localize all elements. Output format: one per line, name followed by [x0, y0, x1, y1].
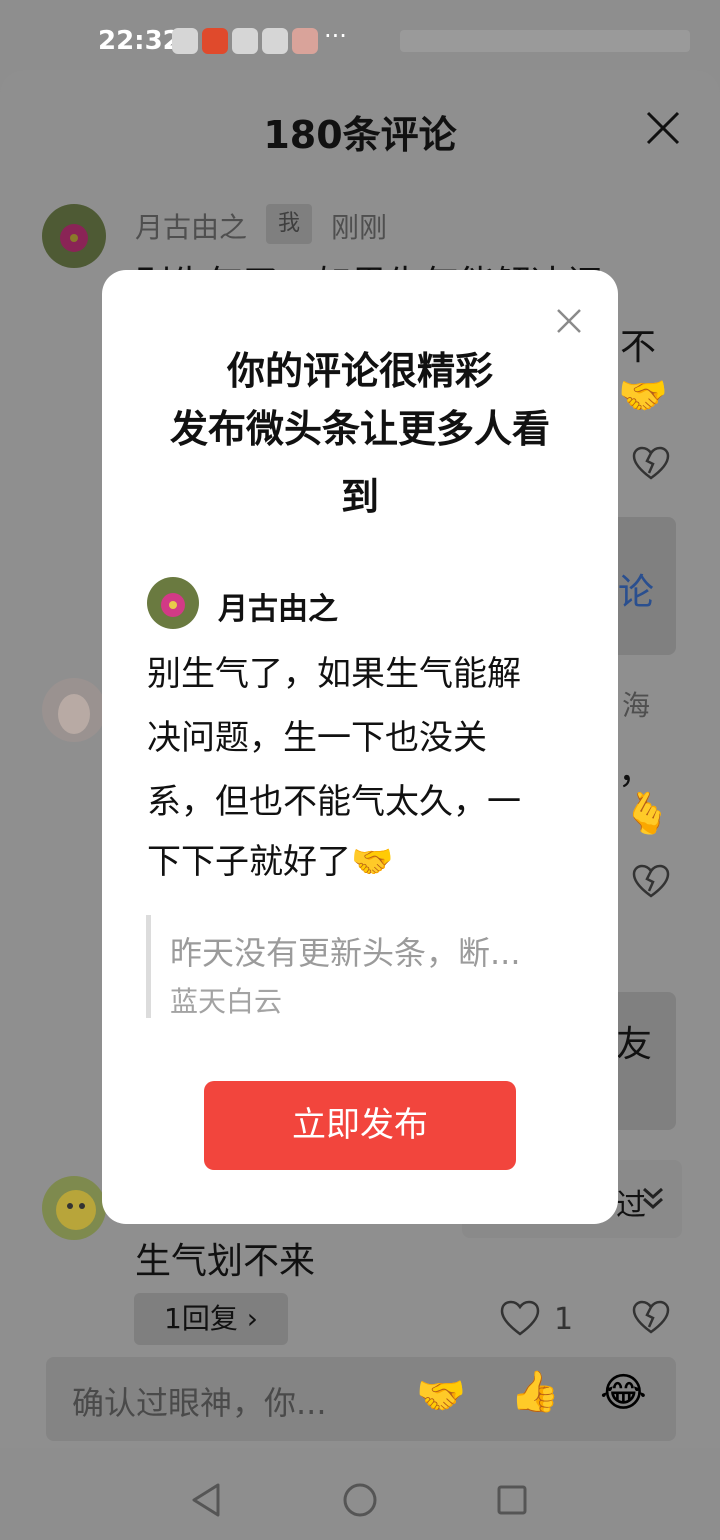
dislike-heart-icon[interactable]: [632, 446, 670, 480]
status-bar: 22:32 ···: [0, 0, 720, 70]
baidu-paw-icon: [232, 28, 258, 54]
dialog-author: 月古由之: [218, 592, 338, 627]
comment-author[interactable]: 月古由之: [135, 206, 247, 246]
comment-text: ，: [618, 751, 655, 792]
handshake-emoji-icon: 🤝: [618, 373, 668, 419]
like-heart-icon[interactable]: [500, 1300, 540, 1336]
laughing-emoji-button[interactable]: 😂: [600, 1370, 647, 1416]
comment-count-title: 180条评论: [263, 113, 457, 157]
me-tag: 我: [266, 204, 312, 244]
taobao-icon: [202, 28, 228, 54]
close-icon[interactable]: [555, 307, 583, 335]
quoted-post-author: 蓝天白云: [170, 985, 283, 1018]
finger-heart-emoji-icon: 🫰: [622, 791, 672, 837]
app-red-icon: [292, 28, 318, 54]
dislike-heart-icon[interactable]: [632, 1300, 670, 1334]
recents-icon[interactable]: [496, 1484, 528, 1516]
chevron-double-down-icon[interactable]: [641, 1186, 665, 1212]
comment-text: 不: [620, 327, 657, 368]
quoted-post-text: 昨天没有更新头条，断...: [170, 934, 521, 972]
comment-text: 论: [618, 572, 655, 613]
avatar[interactable]: [42, 1176, 106, 1240]
comment-text: 友: [616, 1024, 653, 1065]
dialog-body-line: 决问题，生一下也没关: [147, 718, 487, 758]
avatar[interactable]: [42, 678, 106, 742]
reply-count-button[interactable]: 1回复 ›: [134, 1293, 288, 1345]
publish-now-button[interactable]: 立即发布: [204, 1081, 516, 1170]
comment-text: 生气划不来: [135, 1241, 316, 1282]
like-count: 1: [554, 1302, 574, 1337]
avatar[interactable]: [42, 204, 106, 268]
comment-author[interactable]: 海: [622, 684, 650, 724]
comment-time: 刚刚: [331, 211, 388, 244]
avatar: [147, 577, 199, 629]
dialog-body-line: 别生气了，如果生气能解: [147, 654, 521, 694]
system-status-icons: [400, 30, 690, 52]
dislike-heart-icon[interactable]: [632, 864, 670, 898]
dialog-title: 你的评论很精彩: [226, 349, 493, 393]
close-icon[interactable]: [645, 110, 681, 146]
comment-input-placeholder[interactable]: 确认过眼神，你...: [72, 1378, 327, 1424]
quote-bar: [146, 915, 151, 1018]
dialog-body-line: 下下子就好了🤝: [147, 842, 394, 882]
more-notifications-icon: ···: [324, 22, 347, 50]
dialog-title: 发布微头条让更多人看: [169, 407, 550, 451]
dialog-body-line: 系，但也不能气太久，一: [147, 782, 521, 822]
home-icon[interactable]: [342, 1482, 378, 1518]
clock: 22:32: [98, 26, 181, 56]
thumbs-up-emoji-button[interactable]: 👍: [510, 1368, 560, 1415]
handshake-emoji-button[interactable]: 🤝: [416, 1372, 466, 1419]
back-icon[interactable]: [190, 1482, 222, 1518]
dialog-title: 到: [340, 475, 379, 519]
baidu-paw-icon: [262, 28, 288, 54]
baidu-paw-icon: [172, 28, 198, 54]
